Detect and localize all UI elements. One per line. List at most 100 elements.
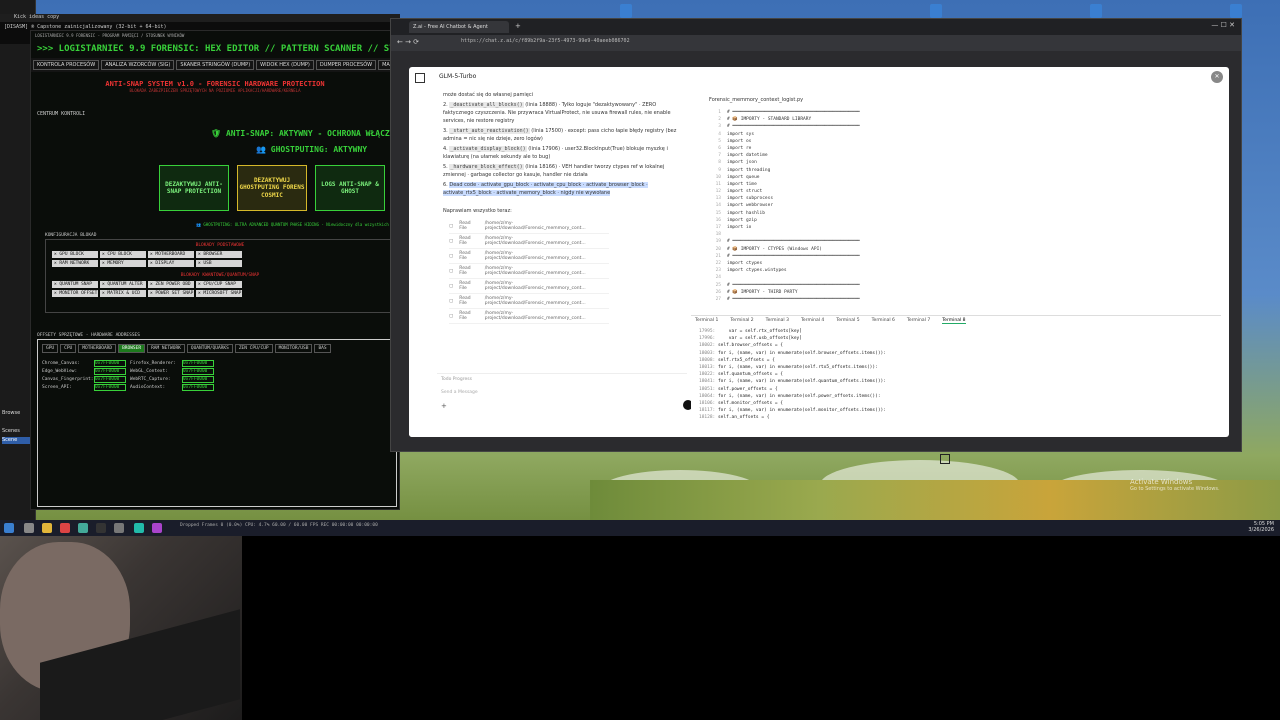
- read-file-row[interactable]: ▢ Read File/home/z/my-project/download/Fo…: [449, 264, 609, 279]
- offset-value[interactable]: 0x7FF0000: [182, 359, 214, 367]
- terminal-output: 17995: var = self.rtx_offsets[key] 17996:…: [691, 326, 1221, 423]
- code-line: 3 # ═════════════════════════════════════…: [703, 123, 1219, 130]
- terminal-tab[interactable]: Terminal 2: [730, 318, 753, 324]
- search-icon[interactable]: [24, 523, 34, 533]
- browser-tab[interactable]: Z.ai - Free AI Chatbot & Agent: [409, 21, 509, 33]
- read-file-row[interactable]: ▢ Read File/home/z/my-project/download/Fo…: [449, 219, 609, 234]
- line-number: 26: [715, 289, 721, 295]
- quantum-checkbox[interactable]: ✕ POWER SET SNAP: [148, 290, 194, 297]
- desktop-file-icon[interactable]: [1230, 4, 1242, 18]
- desktop-file-icon[interactable]: [1090, 4, 1102, 18]
- url-input[interactable]: https://chat.z.ai/c/f89b2f9a-23f5-4973-9…: [461, 38, 961, 48]
- nav-buttons[interactable]: ← → ⟳: [397, 38, 419, 46]
- offset-tab[interactable]: RAM NETWORK: [147, 344, 185, 353]
- sidebar-toggle-icon[interactable]: [415, 73, 425, 83]
- start-icon[interactable]: [4, 523, 14, 533]
- todo-progress[interactable]: Todo Progress: [437, 374, 687, 385]
- block-checkbox[interactable]: ✕ USB: [196, 260, 242, 267]
- plus-icon[interactable]: +: [441, 402, 447, 410]
- terminal-tab[interactable]: Terminal 7: [907, 318, 930, 324]
- offset-tab[interactable]: BAS: [314, 344, 331, 353]
- message-input[interactable]: Send a Message: [437, 385, 687, 400]
- quantum-checkbox[interactable]: ✕ MONITOR OFFSET: [52, 290, 98, 297]
- offset-rows: Chrome_Canvas: 0x7FF0000 Firefox_Renderer:…: [38, 357, 396, 393]
- terminal-tab[interactable]: Terminal 4: [801, 318, 824, 324]
- deactivate-ghostputing-button[interactable]: DEZAKTYWUJ GHOSTPUTING FORENS COSMIC: [237, 165, 307, 211]
- offset-value[interactable]: 0x7FF0000: [94, 383, 126, 391]
- offset-tab[interactable]: QUANTUM/QUARKS: [186, 344, 233, 353]
- quantum-checkbox[interactable]: ✕ QUANTUM SNAP: [52, 281, 98, 288]
- terminal-tab[interactable]: Terminal 8: [942, 318, 966, 324]
- block-checkbox[interactable]: ✕ MEMORY: [100, 260, 146, 267]
- block-checkbox[interactable]: ✕ MOTHERBOARD: [148, 251, 194, 258]
- line-number: 20: [715, 246, 721, 252]
- offset-tab[interactable]: ZEN CPU/CUP: [234, 344, 273, 353]
- forensic-menu-item[interactable]: WIDOK HEX (DUMP): [256, 60, 314, 70]
- config-panel: BLOKADY PODSTAWOWE ✕ GPU BLOCK ✕ CPU BLOC…: [45, 239, 395, 313]
- logs-button[interactable]: LOGS ANTI-SNAP & GHOST: [315, 165, 385, 211]
- window-controls[interactable]: — ☐ ✕: [1211, 21, 1235, 29]
- editor-tab[interactable]: Forensic_memmory_context_logist.py: [699, 95, 1219, 105]
- quantum-checkbox[interactable]: ✕ CPU/CUP SNAP: [196, 281, 242, 288]
- app-icon[interactable]: [60, 523, 70, 533]
- line-number: 13: [715, 196, 721, 202]
- clock[interactable]: 5:05 PM 3/26/2026: [1248, 521, 1274, 533]
- app-icon[interactable]: [114, 523, 124, 533]
- read-file-row[interactable]: ▢ Read File/home/z/my-project/download/Fo…: [449, 234, 609, 249]
- offset-tab[interactable]: CPU: [60, 344, 77, 353]
- forensic-menu-item[interactable]: SKANER STRINGÓW (DUMP): [176, 60, 255, 70]
- terminal-tab[interactable]: Terminal 1: [695, 318, 718, 324]
- model-selector[interactable]: GLM-5-Turbo: [439, 73, 476, 80]
- quantum-checkbox[interactable]: ✕ QUANTUM ALTER: [100, 281, 146, 288]
- quantum-checkbox[interactable]: ✕ MICROSOFT SNAP: [196, 290, 242, 297]
- clock-date: 3/26/2026: [1248, 527, 1274, 533]
- app-icon[interactable]: [96, 523, 106, 533]
- forensic-menu-item[interactable]: DUMPER PROCESÓW: [315, 60, 377, 70]
- app-icon[interactable]: [152, 523, 162, 533]
- offset-value[interactable]: 0x7FF0000: [182, 375, 214, 383]
- list-text: Dead code · activate_gpu_block · activat…: [443, 182, 648, 196]
- console-tab[interactable]: Kick ideas copy: [0, 14, 400, 22]
- forensic-menu-item[interactable]: ANALIZA WZORCÓW (SIG): [101, 60, 175, 70]
- offset-value[interactable]: 0x7FF0000: [94, 375, 126, 383]
- new-tab-icon[interactable]: +: [515, 22, 521, 30]
- offset-tab[interactable]: MOTHERBOARD: [78, 344, 117, 353]
- obs-status-bar: Dropped Frames 0 (0.0%) CPU: 4.7% 60.00 …: [180, 523, 378, 528]
- desktop-file-icon[interactable]: [930, 4, 942, 18]
- block-checkbox[interactable]: ✕ CPU BLOCK: [100, 251, 146, 258]
- offset-value[interactable]: 0x7FF0000: [94, 367, 126, 375]
- terminal-tab[interactable]: Terminal 3: [766, 318, 789, 324]
- ghostputing-note: 👥 GHOSTPUTING: ULTRA ADVANCED QUANTUM PH…: [196, 222, 389, 227]
- close-icon[interactable]: ✕: [1211, 71, 1223, 83]
- block-checkbox[interactable]: ✕ BROWSER: [196, 251, 242, 258]
- offset-tab[interactable]: GPU: [42, 344, 59, 353]
- quantum-checkbox[interactable]: ✕ MATRIX & UCD: [100, 290, 146, 297]
- obs-browse-label[interactable]: Browse: [2, 410, 20, 416]
- read-file-row[interactable]: ▢ Read File/home/z/my-project/download/Fo…: [449, 309, 609, 324]
- pencil-icon[interactable]: [940, 454, 950, 464]
- terminal-line-number: 18002:: [699, 343, 718, 349]
- obs-scene-item[interactable]: Scene: [2, 437, 32, 444]
- terminal-tab[interactable]: Terminal 5: [836, 318, 859, 324]
- code-line: 9 import threading: [703, 167, 1219, 174]
- offset-tab[interactable]: BROWSER: [118, 344, 146, 353]
- read-file-row[interactable]: ▢ Read File/home/z/my-project/download/Fo…: [449, 279, 609, 294]
- terminal-tab[interactable]: Terminal 6: [872, 318, 895, 324]
- read-file-row[interactable]: ▢ Read File/home/z/my-project/download/Fo…: [449, 249, 609, 264]
- forensic-menu-item[interactable]: KONTROLA PROCESÓW: [33, 60, 100, 70]
- offset-value[interactable]: 0x7FF0000: [94, 359, 126, 367]
- app-icon[interactable]: [78, 523, 88, 533]
- offset-value[interactable]: 0x7FF0000: [182, 367, 214, 375]
- block-checkbox[interactable]: ✕ GPU BLOCK: [52, 251, 98, 258]
- read-file-row[interactable]: ▢ Read File/home/z/my-project/download/Fo…: [449, 294, 609, 309]
- offset-tab[interactable]: MONITOR/USB: [274, 344, 313, 353]
- offset-value[interactable]: 0x7FF0000: [182, 383, 214, 391]
- quantum-checkbox[interactable]: ✕ ZEN POWER OBD: [148, 281, 194, 288]
- block-checkbox[interactable]: ✕ DISPLAY: [148, 260, 194, 267]
- folder-icon[interactable]: [42, 523, 52, 533]
- app-icon[interactable]: [134, 523, 144, 533]
- block-checkbox[interactable]: ✕ RAM NETWORK: [52, 260, 98, 267]
- deactivate-antisnap-button[interactable]: DEZAKTYWUJ ANTI-SNAP PROTECTION: [159, 165, 229, 211]
- desktop-file-icon[interactable]: [620, 4, 632, 18]
- read-file-label: Read File: [459, 281, 471, 291]
